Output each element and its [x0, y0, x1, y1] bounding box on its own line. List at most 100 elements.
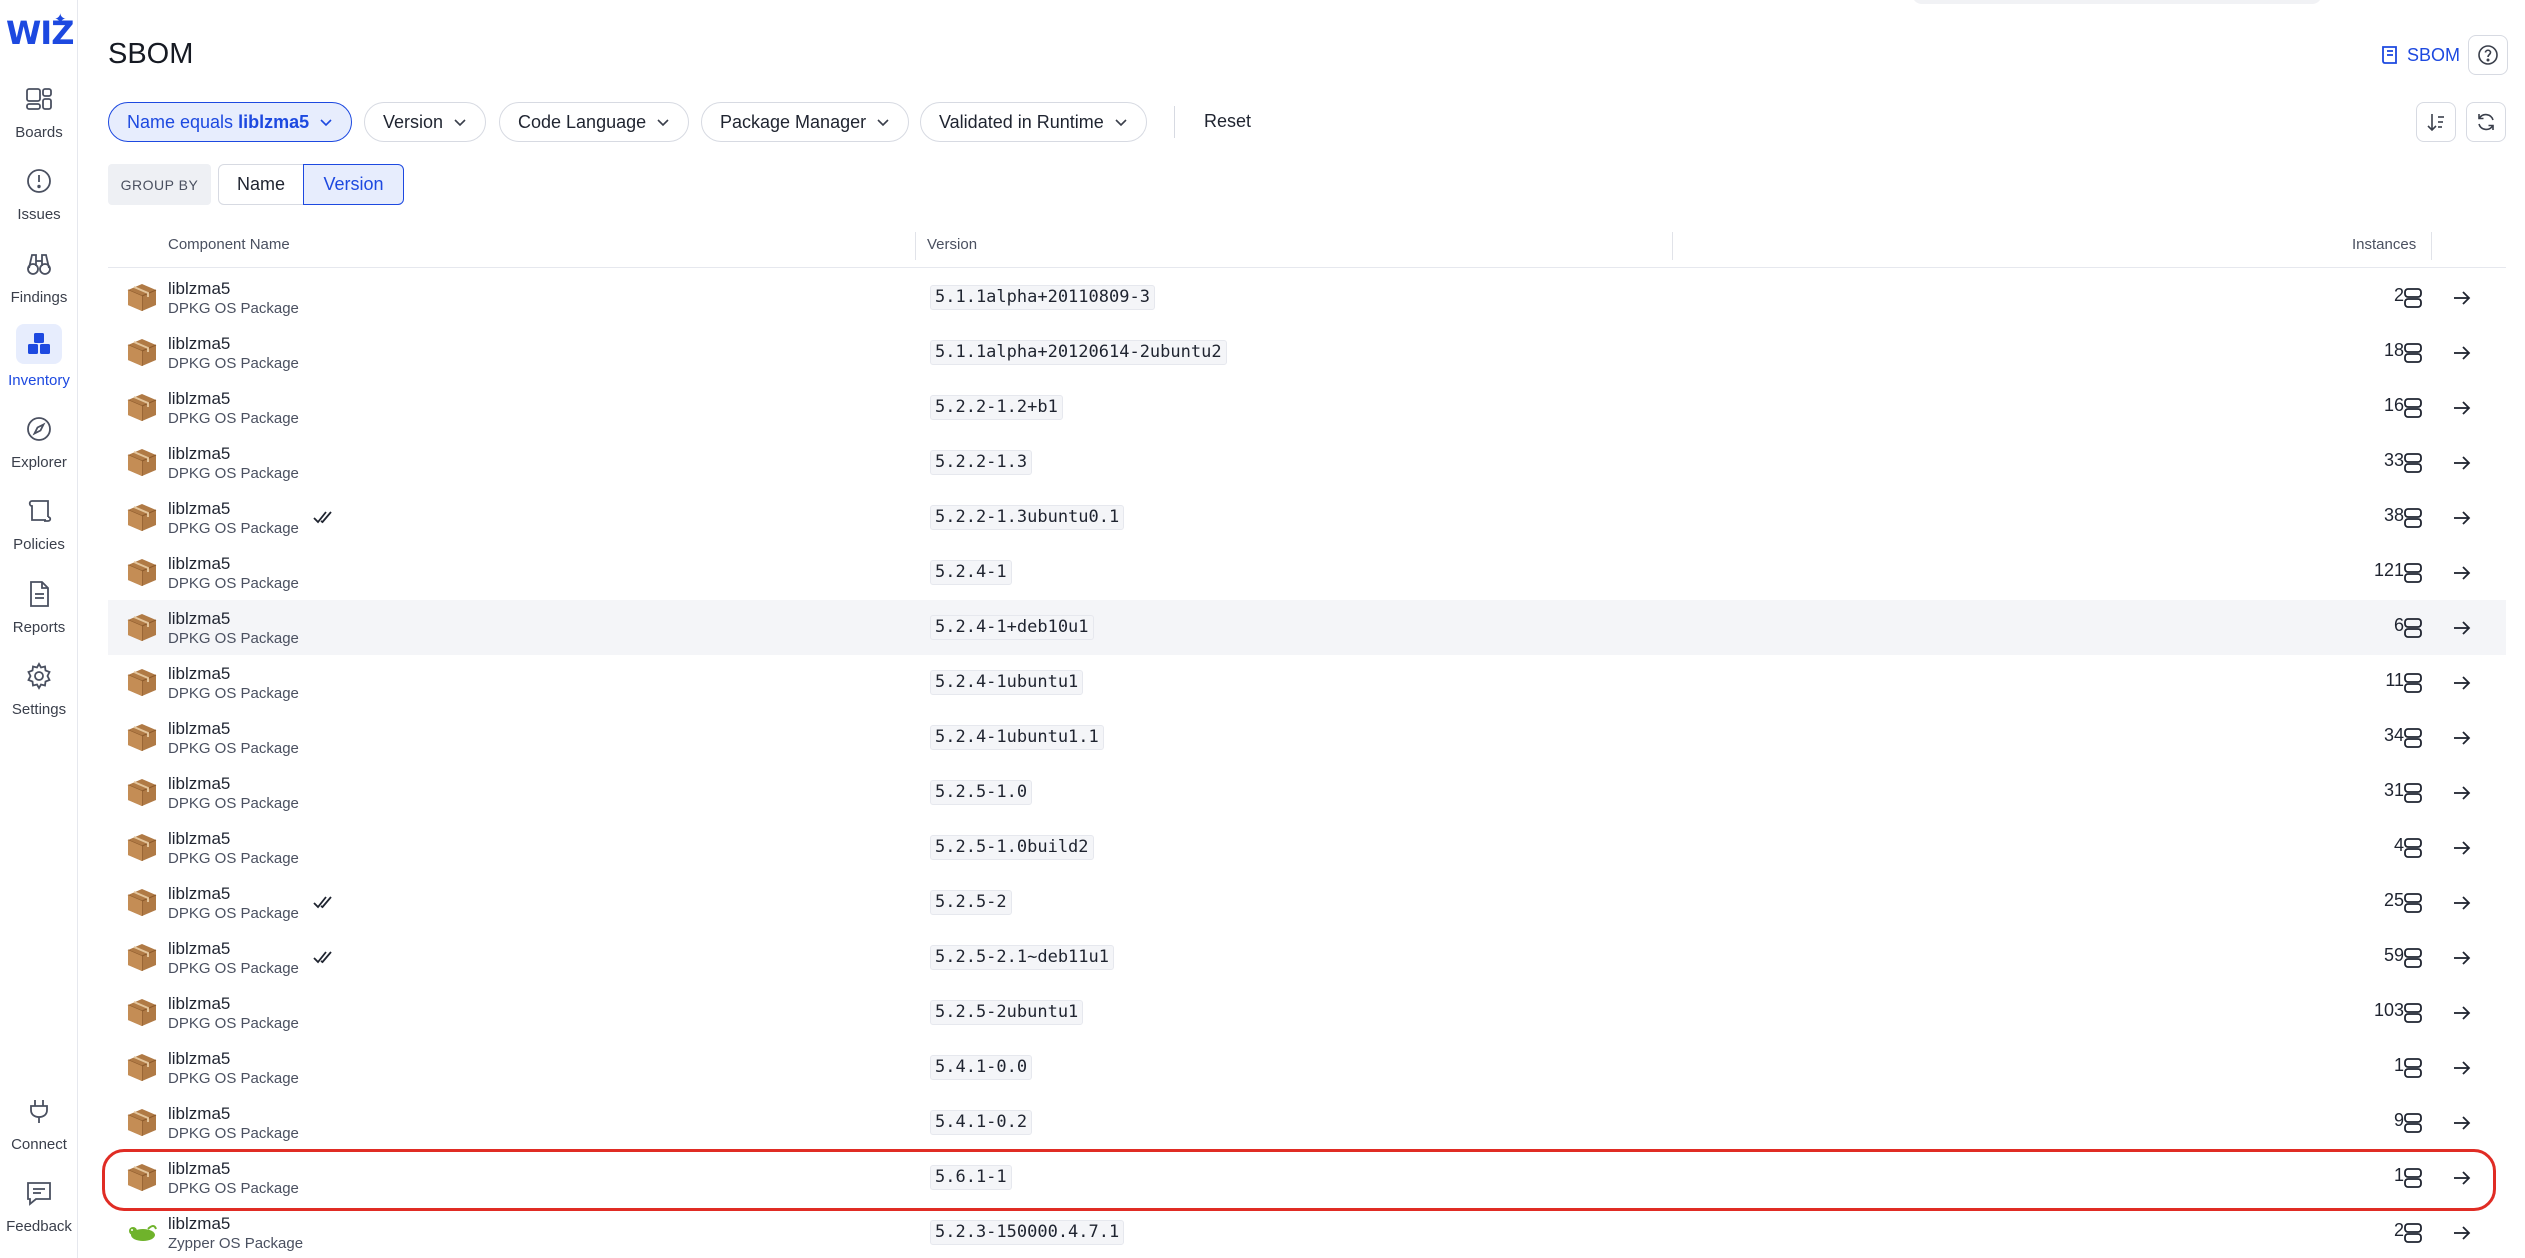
filter-version[interactable]: Version — [364, 102, 487, 142]
arrow-right-icon[interactable] — [2451, 782, 2473, 804]
component-name[interactable]: liblzma5 — [168, 334, 230, 354]
database-icon[interactable] — [2403, 562, 2423, 584]
component-name[interactable]: liblzma5 — [168, 554, 230, 574]
table-row[interactable]: liblzma5 DPKG OS Package 5.2.5-1.0 31 — [108, 765, 2506, 820]
sidebar-item-settings[interactable]: Settings — [0, 661, 78, 731]
sidebar-item-reports[interactable]: Reports — [0, 579, 78, 649]
column-header-component[interactable]: Component Name — [168, 236, 290, 253]
sidebar-item-policies[interactable]: Policies — [0, 496, 78, 566]
help-button[interactable] — [2468, 35, 2508, 75]
component-name[interactable]: liblzma5 — [168, 774, 230, 794]
arrow-right-icon[interactable] — [2451, 672, 2473, 694]
component-name[interactable]: liblzma5 — [168, 939, 230, 959]
arrow-right-icon[interactable] — [2451, 507, 2473, 529]
component-name[interactable]: liblzma5 — [168, 279, 230, 299]
table-row[interactable]: liblzma5 DPKG OS Package 5.2.2-1.2+b1 16 — [108, 380, 2506, 435]
arrow-right-icon[interactable] — [2451, 947, 2473, 969]
arrow-right-icon[interactable] — [2451, 1222, 2473, 1244]
arrow-right-icon[interactable] — [2451, 1057, 2473, 1079]
arrow-right-icon[interactable] — [2451, 837, 2473, 859]
column-resize-handle[interactable] — [1672, 232, 1673, 260]
database-icon[interactable] — [2403, 837, 2423, 859]
arrow-right-icon[interactable] — [2451, 1167, 2473, 1189]
table-row[interactable]: liblzma5 DPKG OS Package 5.2.4-1ubuntu1 11 — [108, 655, 2506, 710]
arrow-right-icon[interactable] — [2451, 1112, 2473, 1134]
top-search-bar[interactable] — [1912, 0, 2322, 4]
arrow-right-icon[interactable] — [2451, 562, 2473, 584]
table-row[interactable]: liblzma5 DPKG OS Package 5.2.2-1.3 33 — [108, 435, 2506, 490]
table-row[interactable]: liblzma5 DPKG OS Package 5.2.5-2.1~deb11u1… — [108, 930, 2506, 985]
table-row[interactable]: liblzma5 DPKG OS Package 5.2.4-1+deb10u1 6 — [108, 600, 2506, 655]
database-icon[interactable] — [2403, 782, 2423, 804]
database-icon[interactable] — [2403, 507, 2423, 529]
database-icon[interactable] — [2403, 1057, 2423, 1079]
group-by-name-button[interactable]: Name — [218, 164, 304, 205]
database-icon[interactable] — [2403, 1112, 2423, 1134]
sidebar-item-issues[interactable]: Issues — [0, 166, 78, 236]
table-row[interactable]: liblzma5 DPKG OS Package 5.2.4-1ubuntu1.1 3… — [108, 710, 2506, 765]
table-row[interactable]: liblzma5 DPKG OS Package 5.4.1-0.2 9 — [108, 1095, 2506, 1150]
arrow-right-icon[interactable] — [2451, 287, 2473, 309]
arrow-right-icon[interactable] — [2451, 617, 2473, 639]
component-name[interactable]: liblzma5 — [168, 829, 230, 849]
component-name[interactable]: liblzma5 — [168, 1049, 230, 1069]
database-icon[interactable] — [2403, 1167, 2423, 1189]
sidebar-item-boards[interactable]: Boards — [0, 84, 78, 154]
database-icon[interactable] — [2403, 617, 2423, 639]
database-icon[interactable] — [2403, 947, 2423, 969]
database-icon[interactable] — [2403, 727, 2423, 749]
database-icon[interactable] — [2403, 672, 2423, 694]
table-row[interactable]: liblzma5 DPKG OS Package 5.2.4-1 121 — [108, 545, 2506, 600]
arrow-right-icon[interactable] — [2451, 342, 2473, 364]
refresh-button[interactable] — [2466, 102, 2506, 142]
component-name[interactable]: liblzma5 — [168, 884, 230, 904]
column-header-instances[interactable]: Instances — [2352, 236, 2416, 253]
component-name[interactable]: liblzma5 — [168, 719, 230, 739]
sidebar-item-connect[interactable]: Connect — [0, 1096, 78, 1166]
arrow-right-icon[interactable] — [2451, 892, 2473, 914]
table-row[interactable]: liblzma5 DPKG OS Package 5.1.1alpha+201108… — [108, 270, 2506, 325]
table-row[interactable]: liblzma5 DPKG OS Package 5.2.5-2 25 — [108, 875, 2506, 930]
table-row-highlighted[interactable]: liblzma5 DPKG OS Package 5.6.1-1 1 — [108, 1150, 2506, 1205]
filter-code-language[interactable]: Code Language — [499, 102, 690, 142]
component-name[interactable]: liblzma5 — [168, 499, 230, 519]
table-row[interactable]: liblzma5 DPKG OS Package 5.2.2-1.3ubuntu0.… — [108, 490, 2506, 545]
sidebar-item-inventory[interactable]: Inventory — [0, 324, 78, 394]
component-name[interactable]: liblzma5 — [168, 1159, 230, 1179]
sidebar-item-feedback[interactable]: Feedback — [0, 1178, 78, 1248]
column-header-version[interactable]: Version — [927, 236, 977, 253]
column-resize-handle[interactable] — [915, 232, 916, 260]
sidebar-item-explorer[interactable]: Explorer — [0, 414, 78, 484]
arrow-right-icon[interactable] — [2451, 397, 2473, 419]
filter-package-manager[interactable]: Package Manager — [701, 102, 910, 142]
component-name[interactable]: liblzma5 — [168, 389, 230, 409]
arrow-right-icon[interactable] — [2451, 452, 2473, 474]
database-icon[interactable] — [2403, 1222, 2423, 1244]
table-row[interactable]: liblzma5 DPKG OS Package 5.4.1-0.0 1 — [108, 1040, 2506, 1095]
database-icon[interactable] — [2403, 892, 2423, 914]
column-resize-handle[interactable] — [2431, 232, 2432, 260]
component-name[interactable]: liblzma5 — [168, 444, 230, 464]
component-name[interactable]: liblzma5 — [168, 1104, 230, 1124]
sort-button[interactable] — [2416, 102, 2456, 142]
database-icon[interactable] — [2403, 342, 2423, 364]
group-by-version-button[interactable]: Version — [303, 164, 404, 205]
arrow-right-icon[interactable] — [2451, 1002, 2473, 1024]
component-name[interactable]: liblzma5 — [168, 1214, 230, 1234]
database-icon[interactable] — [2403, 1002, 2423, 1024]
reset-button[interactable]: Reset — [1204, 111, 1251, 132]
filter-validated-runtime[interactable]: Validated in Runtime — [920, 102, 1147, 142]
database-icon[interactable] — [2403, 287, 2423, 309]
component-name[interactable]: liblzma5 — [168, 994, 230, 1014]
component-name[interactable]: liblzma5 — [168, 664, 230, 684]
table-row[interactable]: liblzma5 Zypper OS Package 5.2.3-150000.4.… — [108, 1205, 2506, 1258]
table-row[interactable]: liblzma5 DPKG OS Package 5.2.5-1.0build2 4 — [108, 820, 2506, 875]
table-row[interactable]: liblzma5 DPKG OS Package 5.1.1alpha+201206… — [108, 325, 2506, 380]
filter-name[interactable]: Name equals liblzma5 — [108, 102, 353, 142]
table-row[interactable]: liblzma5 DPKG OS Package 5.2.5-2ubuntu1 103 — [108, 985, 2506, 1040]
component-name[interactable]: liblzma5 — [168, 609, 230, 629]
sbom-docs-link[interactable]: SBOM — [2381, 42, 2460, 68]
database-icon[interactable] — [2403, 397, 2423, 419]
sidebar-item-findings[interactable]: Findings — [0, 249, 78, 319]
arrow-right-icon[interactable] — [2451, 727, 2473, 749]
